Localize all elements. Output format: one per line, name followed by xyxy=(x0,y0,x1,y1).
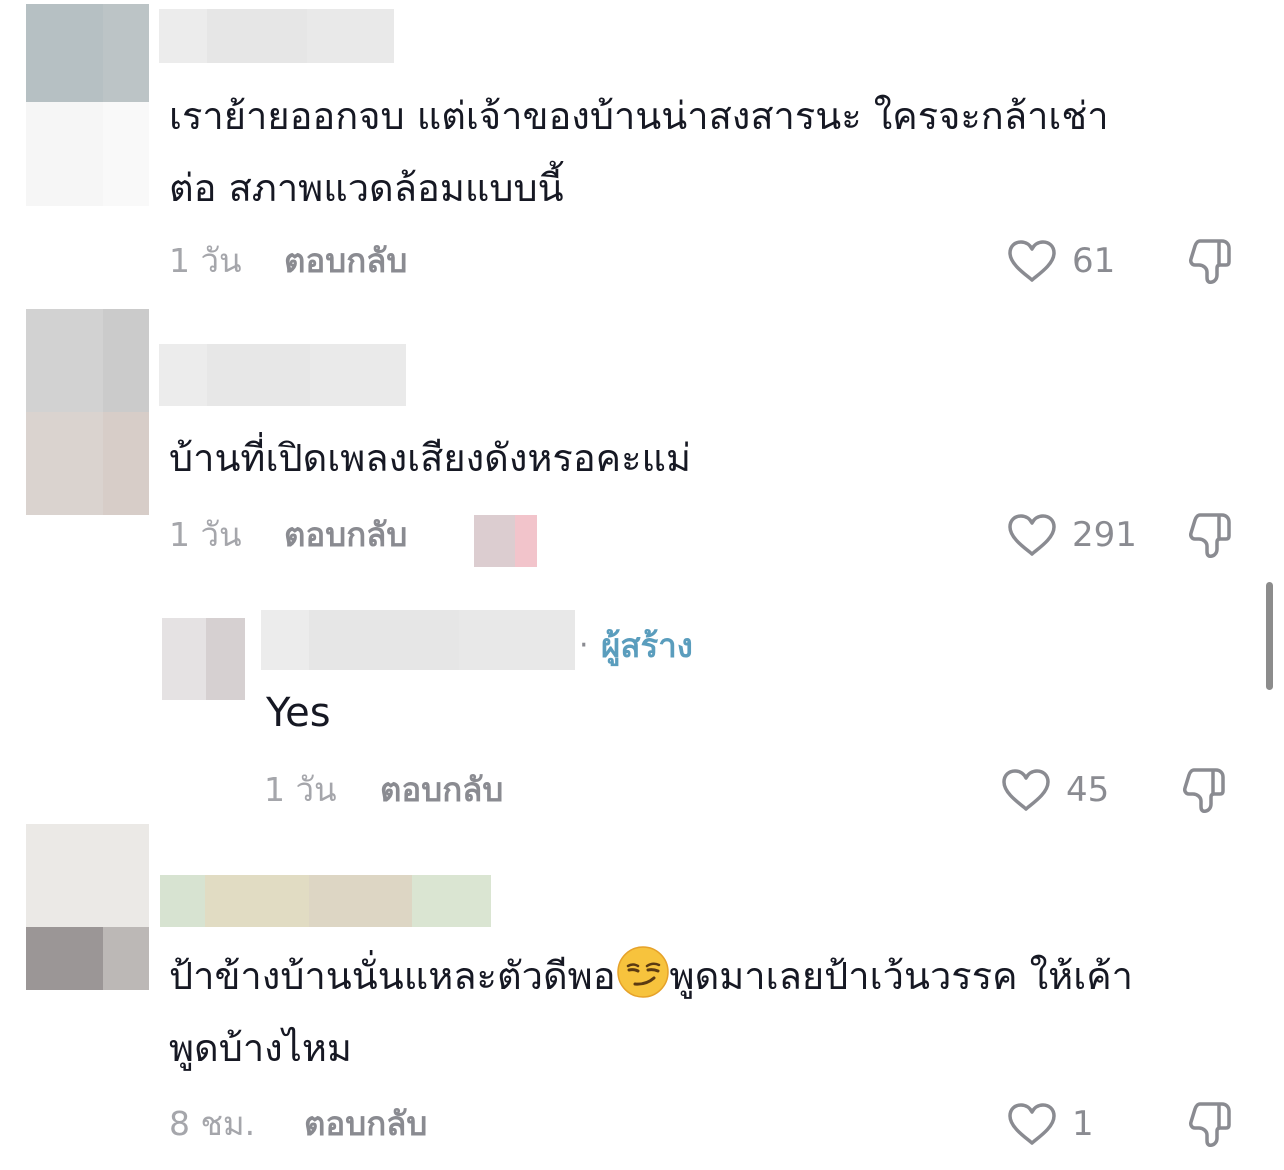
username[interactable] xyxy=(159,9,394,63)
avatar[interactable] xyxy=(162,618,245,700)
heart-icon xyxy=(1008,1103,1056,1145)
avatar[interactable] xyxy=(26,824,149,990)
like-button[interactable]: 291 xyxy=(1006,512,1137,558)
comment-text: บ้านที่เปิดเพลงเสียงดังหรอคะแม่ xyxy=(169,436,692,480)
comment-item: บ้านที่เปิดเพลงเสียงดังหรอคะแม่ 1 วัน ตอ… xyxy=(0,300,1284,600)
comment-timestamp: 8 ชม. xyxy=(169,1104,256,1143)
heart-icon xyxy=(1008,240,1056,282)
dislike-button[interactable] xyxy=(1186,511,1238,565)
reply-button[interactable]: ตอบกลับ xyxy=(284,241,407,281)
comment-timestamp: 1 วัน xyxy=(169,241,242,280)
like-button[interactable]: 45 xyxy=(1000,767,1109,813)
dislike-button[interactable] xyxy=(1186,1100,1238,1154)
like-count: 291 xyxy=(1072,515,1137,555)
creator-liked-avatar xyxy=(474,515,537,567)
comment-timestamp: 1 วัน xyxy=(169,515,242,554)
heart-icon xyxy=(1002,769,1050,811)
dislike-button[interactable] xyxy=(1180,766,1232,820)
reply-text: Yes xyxy=(266,690,331,736)
scrollbar[interactable] xyxy=(1266,582,1273,690)
reply-button[interactable]: ตอบกลับ xyxy=(284,515,407,555)
reply-item: · ผู้สร้าง Yes 1 วัน ตอบกลับ 45 xyxy=(0,600,1284,820)
comment-text-part: ป้าข้างบ้านนั่นแหละตัวดีพอ xyxy=(169,954,616,998)
like-count: 1 xyxy=(1072,1104,1094,1144)
thumbs-down-icon xyxy=(1189,239,1231,284)
comment-text: เราย้ายออกจบ แต่เจ้าของบ้านน่าสงสารนะ ใค… xyxy=(169,94,1109,210)
comment-item: ป้าข้างบ้านนั่นแหละตัวดีพอ พูดมาเลยป้าเว้… xyxy=(0,820,1284,1170)
like-button[interactable]: 61 xyxy=(1006,238,1115,284)
thumbs-down-icon xyxy=(1189,513,1231,558)
smirking-face-icon xyxy=(616,946,669,998)
avatar[interactable] xyxy=(26,4,149,206)
like-count: 61 xyxy=(1072,241,1116,281)
creator-badge: ผู้สร้าง xyxy=(601,626,693,665)
avatar[interactable] xyxy=(26,309,149,515)
username[interactable] xyxy=(261,610,575,670)
comment-item: เราย้ายออกจบ แต่เจ้าของบ้านน่าสงสารนะ ใค… xyxy=(0,0,1284,300)
like-button[interactable]: 1 xyxy=(1006,1101,1094,1147)
reply-timestamp: 1 วัน xyxy=(264,770,337,809)
separator-dot: · xyxy=(579,628,589,663)
username[interactable] xyxy=(159,344,406,406)
thumbs-down-icon xyxy=(1189,1102,1231,1147)
username[interactable] xyxy=(160,875,491,927)
comment-text: ป้าข้างบ้านนั่นแหละตัวดีพอ พูดมาเลยป้าเว้… xyxy=(169,940,1254,1084)
dislike-button[interactable] xyxy=(1186,237,1238,291)
heart-icon xyxy=(1008,514,1056,556)
reply-button[interactable]: ตอบกลับ xyxy=(380,770,503,810)
like-count: 45 xyxy=(1066,770,1110,810)
reply-button[interactable]: ตอบกลับ xyxy=(304,1104,427,1144)
thumbs-down-icon xyxy=(1183,768,1225,813)
